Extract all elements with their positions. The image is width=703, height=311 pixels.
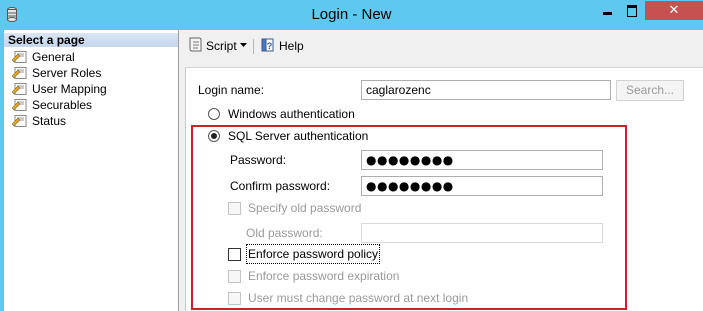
specify-old-password-checkbox[interactable]	[228, 202, 241, 215]
enforce-password-policy-label: Enforce password policy	[245, 244, 381, 264]
help-label: Help	[279, 39, 304, 53]
windows-auth-label: Windows authentication	[228, 107, 355, 121]
old-password-label: Old password:	[246, 226, 323, 240]
page-item-label: User Mapping	[32, 82, 107, 96]
close-button[interactable]: ✕	[645, 1, 703, 20]
sql-auth-label: SQL Server authentication	[228, 129, 369, 143]
script-dropdown-button[interactable]	[239, 37, 248, 55]
sql-auth-radio[interactable]	[208, 130, 220, 142]
chevron-down-icon	[240, 43, 247, 47]
page-wrench-icon	[12, 99, 27, 111]
page-item-server-roles[interactable]: Server Roles	[12, 65, 101, 81]
page-item-user-mapping[interactable]: User Mapping	[12, 81, 107, 97]
login-name-label: Login name:	[198, 83, 265, 97]
page-item-label: Status	[32, 114, 67, 128]
select-page-panel: Select a page General Server Roles User …	[4, 30, 179, 311]
minimize-button[interactable]	[595, 1, 620, 20]
page-wrench-icon	[12, 51, 27, 63]
login-properties-panel: Script ? Help Login name: caglarozenc Se…	[179, 30, 703, 311]
maximize-button[interactable]	[620, 1, 645, 20]
svg-text:?: ?	[267, 41, 273, 51]
confirm-password-label: Confirm password:	[230, 179, 331, 193]
old-password-input	[361, 223, 603, 243]
script-icon	[189, 37, 202, 52]
enforce-password-policy-checkbox[interactable]	[228, 248, 241, 261]
enforce-password-expiration-checkbox[interactable]	[228, 270, 241, 283]
minimize-icon	[603, 12, 612, 15]
maximize-icon	[627, 5, 637, 17]
page-item-label: Server Roles	[32, 66, 102, 80]
password-label: Password:	[230, 153, 287, 167]
must-change-password-checkbox[interactable]	[228, 292, 241, 305]
page-wrench-icon	[12, 83, 27, 95]
toolbar: Script ? Help	[179, 30, 703, 64]
page-item-status[interactable]: Status	[12, 113, 66, 129]
page-item-securables[interactable]: Securables	[12, 97, 92, 113]
script-button[interactable]: Script	[187, 37, 237, 55]
page-item-label: Securables	[32, 98, 93, 112]
page-item-general[interactable]: General	[12, 49, 75, 65]
login-name-input[interactable]: caglarozenc	[361, 80, 611, 100]
select-page-header: Select a page	[4, 33, 178, 47]
help-button[interactable]: ? Help	[260, 37, 304, 55]
page-wrench-icon	[12, 115, 27, 127]
specify-old-password-label: Specify old password	[248, 201, 362, 215]
password-input[interactable]: ●●●●●●●●	[361, 150, 603, 170]
confirm-password-input[interactable]: ●●●●●●●●	[361, 176, 603, 196]
must-change-password-label: User must change password at next login	[248, 291, 469, 305]
script-label: Script	[206, 39, 237, 53]
search-button[interactable]: Search...	[616, 80, 684, 101]
toolbar-separator	[253, 39, 254, 54]
help-book-icon: ?	[261, 38, 274, 52]
windows-auth-radio[interactable]	[208, 108, 220, 120]
page-item-label: General	[32, 50, 75, 64]
close-icon: ✕	[668, 3, 680, 18]
general-page-content: Login name: caglarozenc Search... Window…	[185, 68, 703, 311]
enforce-password-expiration-label: Enforce password expiration	[248, 269, 400, 283]
page-wrench-icon	[12, 67, 27, 79]
